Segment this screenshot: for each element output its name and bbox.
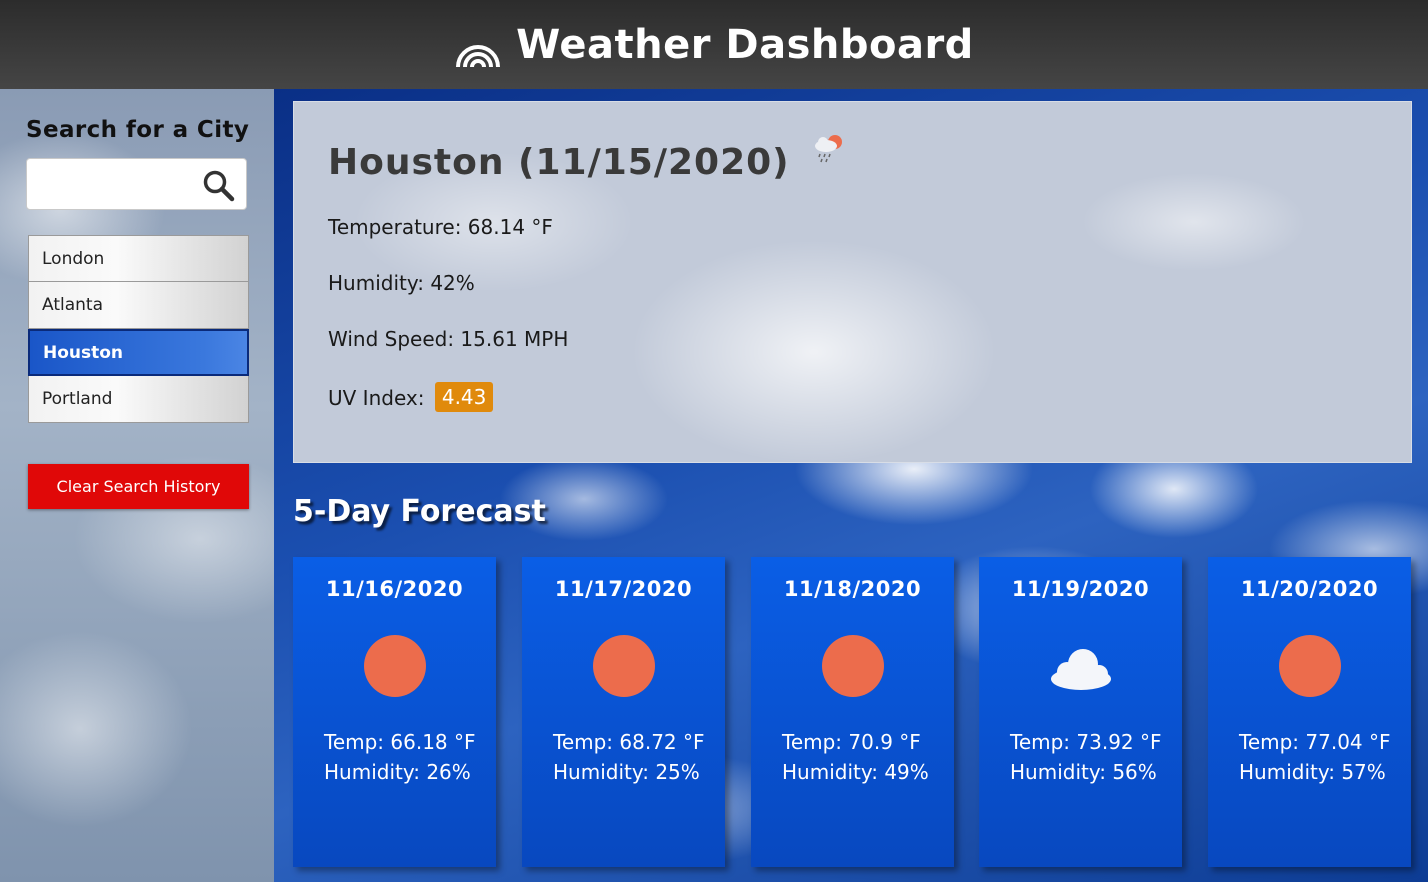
sidebar: Search for a City London Atlanta Houston… — [0, 89, 274, 882]
city-search-input[interactable] — [35, 169, 195, 199]
forecast-humidity: Humidity: 49% — [782, 760, 929, 784]
app-title: Weather Dashboard — [516, 21, 974, 68]
current-temperature: Temperature: 68.14 °F — [328, 215, 553, 239]
main-content: Houston (11/15/2020) Temperature: 68.14 … — [274, 89, 1428, 882]
forecast-temp: Temp: 70.9 °F — [782, 730, 921, 754]
history-item-atlanta[interactable]: Atlanta — [28, 282, 249, 329]
forecast-card: 11/18/2020 Temp: 70.9 °F Humidity: 49% — [751, 557, 954, 867]
forecast-temp: Temp: 77.04 °F — [1239, 730, 1391, 754]
rain-cloud-sun-icon — [815, 135, 842, 163]
current-humidity: Humidity: 42% — [328, 271, 475, 295]
history-item-houston[interactable]: Houston — [28, 329, 249, 376]
forecast-date: 11/16/2020 — [325, 577, 464, 601]
forecast-humidity: Humidity: 57% — [1239, 760, 1386, 784]
sun-icon — [822, 635, 884, 697]
search-box — [26, 158, 247, 210]
forecast-date: 11/19/2020 — [1011, 577, 1150, 601]
rainbow-icon — [456, 44, 501, 67]
forecast-humidity: Humidity: 25% — [553, 760, 700, 784]
forecast-date: 11/20/2020 — [1240, 577, 1379, 601]
forecast-temp: Temp: 73.92 °F — [1010, 730, 1162, 754]
forecast-card: 11/16/2020 Temp: 66.18 °F Humidity: 26% — [293, 557, 496, 867]
current-weather-card: Houston (11/15/2020) Temperature: 68.14 … — [293, 101, 1412, 463]
current-city-heading: Houston (11/15/2020) — [328, 142, 790, 183]
forecast-temp: Temp: 68.72 °F — [553, 730, 705, 754]
forecast-card: 11/17/2020 Temp: 68.72 °F Humidity: 25% — [522, 557, 725, 867]
forecast-title: 5-Day Forecast — [293, 494, 546, 529]
current-wind-speed: Wind Speed: 15.61 MPH — [328, 327, 569, 351]
forecast-date: 11/17/2020 — [554, 577, 693, 601]
history-item-london[interactable]: London — [28, 235, 249, 282]
search-icon[interactable] — [202, 169, 236, 203]
forecast-temp: Temp: 66.18 °F — [324, 730, 476, 754]
forecast-card: 11/20/2020 Temp: 77.04 °F Humidity: 57% — [1208, 557, 1411, 867]
sun-icon — [593, 635, 655, 697]
uv-badge: 4.43 — [434, 382, 494, 412]
app-header: Weather Dashboard — [0, 0, 1428, 89]
history-item-portland[interactable]: Portland — [28, 376, 249, 423]
search-history-list: London Atlanta Houston Portland — [28, 235, 249, 423]
clear-history-button[interactable]: Clear Search History — [28, 464, 249, 509]
forecast-date: 11/18/2020 — [783, 577, 922, 601]
forecast-humidity: Humidity: 56% — [1010, 760, 1157, 784]
cloud-icon — [1051, 649, 1111, 690]
current-uv-index: UV Index: 4.43 — [328, 382, 494, 413]
search-title: Search for a City — [26, 117, 250, 143]
uv-label: UV Index: — [328, 386, 425, 410]
sun-icon — [1279, 635, 1341, 697]
forecast-card: 11/19/2020 Temp: 73.92 °F Humidity: 56% — [979, 557, 1182, 867]
sun-icon — [364, 635, 426, 697]
forecast-humidity: Humidity: 26% — [324, 760, 471, 784]
